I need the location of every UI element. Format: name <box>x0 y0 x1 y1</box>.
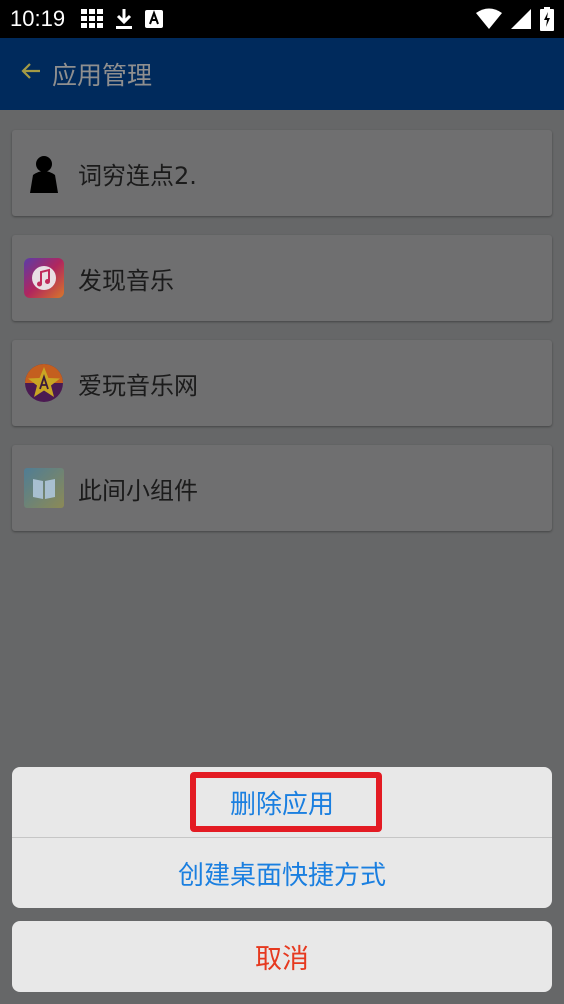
battery-icon <box>540 7 554 31</box>
grid-notification-icon <box>81 9 104 28</box>
download-icon <box>116 9 133 29</box>
app-name: 发现音乐 <box>78 266 174 295</box>
silhouette-app-icon <box>24 153 64 193</box>
system-icons <box>476 7 554 31</box>
app-list-item[interactable]: 此间小组件 <box>12 445 552 531</box>
app-name: 此间小组件 <box>78 476 198 505</box>
create-shortcut-button[interactable]: 创建桌面快捷方式 <box>12 838 552 908</box>
book-widget-app-icon <box>24 468 64 508</box>
app-list-item[interactable]: 爱玩音乐网 <box>12 340 552 426</box>
app-list-item[interactable]: 发现音乐 <box>12 235 552 321</box>
app-toolbar: 应用管理 <box>0 38 564 110</box>
app-list-item[interactable]: 词穷连点2. <box>12 130 552 216</box>
status-time: 10:19 <box>10 6 66 31</box>
page-title: 应用管理 <box>52 61 153 90</box>
music-app-icon <box>24 258 64 298</box>
back-arrow-icon[interactable] <box>20 59 46 89</box>
app-name: 爱玩音乐网 <box>78 371 198 400</box>
app-list: 词穷连点2. 发现音乐 爱玩音乐网 此间小组件 <box>12 130 552 550</box>
back-arrow-glyph <box>21 63 40 79</box>
star-music-app-icon <box>25 364 63 402</box>
wifi-icon <box>476 8 502 29</box>
cancel-button[interactable]: 取消 <box>12 921 552 992</box>
highlight-box <box>190 772 382 832</box>
app-name: 词穷连点2. <box>78 161 197 190</box>
signal-icon <box>511 9 531 29</box>
notification-icons <box>81 8 164 30</box>
font-app-icon <box>145 10 164 28</box>
status-bar: 10:19 <box>0 0 564 38</box>
